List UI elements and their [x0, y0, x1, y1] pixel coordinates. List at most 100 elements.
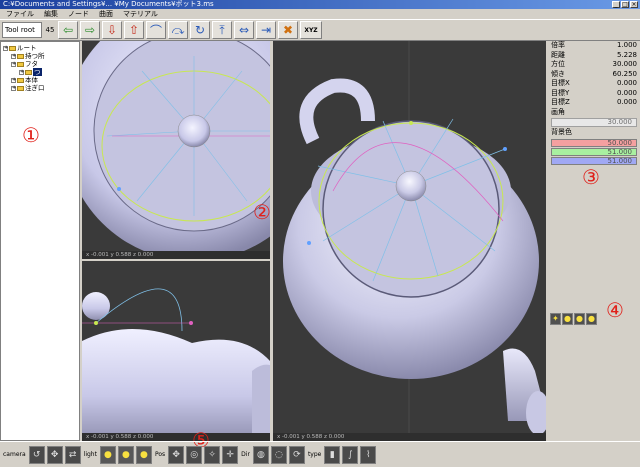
dir-globe-icon[interactable]: ◍	[252, 445, 269, 464]
light-icon[interactable]: ●	[562, 313, 573, 325]
menu-material[interactable]: マテリアル	[123, 9, 158, 19]
tree-item[interactable]: + つ	[3, 68, 77, 76]
annotation-marker-2: ②	[253, 200, 271, 224]
property-row[interactable]: 画角	[548, 108, 640, 118]
tool-root-value: 45	[45, 26, 55, 34]
property-label: 距離	[551, 50, 565, 59]
pos-target-icon[interactable]: ✛	[222, 445, 239, 464]
camera-properties-panel: 倍率 1.000 距離 5.228 方位 30.000 傾き 60.250 目標X 0.000 目標…	[548, 41, 640, 441]
viewport-status-bottom-left: x -0.001 y 0.588 z 0.000	[82, 433, 270, 441]
camera-zoom-icon[interactable]: ⇄	[64, 445, 81, 464]
annotation-marker-3: ③	[582, 165, 600, 189]
curve-icon[interactable]: ⌒	[146, 21, 166, 39]
pos-label: Pos	[154, 451, 166, 458]
maximize-button[interactable]: □	[621, 1, 629, 8]
arrow-up-icon[interactable]: ⇧	[124, 21, 144, 39]
viewport-bottom-left[interactable]: x -0.001 y 0.588 z 0.000	[82, 261, 270, 441]
scene-tree[interactable]: + ルート + 持つ所 + フタ + つ + 本体 + 注ぎ口	[0, 41, 80, 441]
menu-edit[interactable]: 編集	[44, 9, 58, 19]
menu-bar: ファイル 編集 ノード 曲面 マテリアル	[0, 9, 640, 19]
pos-move-icon[interactable]: ✥	[168, 445, 185, 464]
teapot-side-view	[82, 288, 270, 441]
arrow-right-icon[interactable]: ⇨	[80, 21, 100, 39]
tree-item-label: 本体	[25, 76, 38, 84]
annotation-marker-4: ④	[606, 298, 624, 322]
bg-color-field[interactable]: 50.000	[551, 138, 637, 147]
pos-reset-icon[interactable]: ✧	[204, 445, 221, 464]
menu-surface[interactable]: 曲面	[99, 9, 113, 19]
viewport-top-left[interactable]: x -0.001 y 0.588 z 0.000	[82, 41, 270, 259]
menu-file[interactable]: ファイル	[6, 9, 34, 19]
tree-item[interactable]: + フタ	[3, 60, 77, 68]
light-buttons: ✦ ● ● ●	[550, 313, 597, 325]
window-title: C:¥Documents and Settings¥... ¥My Docume…	[3, 0, 214, 8]
property-label: 目標Y	[551, 88, 570, 97]
curve-alt-icon[interactable]: ⤼	[168, 21, 188, 39]
property-row[interactable]: 傾き 60.250	[548, 70, 640, 80]
folder-icon	[17, 85, 24, 91]
expand-icon[interactable]: +	[11, 61, 16, 67]
viewport-main[interactable]: x -0.001 y 0.588 z 0.000	[273, 41, 546, 441]
menu-node[interactable]: ノード	[68, 9, 89, 19]
minimize-button[interactable]: _	[612, 1, 620, 8]
camera-label: camera	[3, 451, 26, 458]
expand-icon[interactable]: +	[11, 85, 16, 91]
move-lr-icon[interactable]: ⇔	[234, 21, 254, 39]
light-label: light	[83, 451, 97, 458]
move-up-icon[interactable]: ⤒	[212, 21, 232, 39]
property-row[interactable]: 目標Z 0.000	[548, 98, 640, 108]
pos-rotate-icon[interactable]: ◎	[186, 445, 203, 464]
tree-item[interactable]: + 持つ所	[3, 52, 77, 60]
arrow-left-icon[interactable]: ⇦	[58, 21, 78, 39]
move-right-icon[interactable]: ⇥	[256, 21, 276, 39]
dir-orbit-icon[interactable]: ◌	[270, 445, 287, 464]
teapot-perspective-view	[283, 41, 546, 441]
bg-color-field[interactable]: 51.000	[551, 156, 637, 165]
property-row[interactable]: 距離 5.228	[548, 51, 640, 61]
camera-rotate-icon[interactable]: ↺	[28, 445, 45, 464]
light-bulb-icon[interactable]: ●	[117, 445, 134, 464]
fov-field[interactable]: 30.000	[551, 118, 637, 127]
property-label: 画角	[551, 107, 565, 116]
viewport-status-top-left: x -0.001 y 0.588 z 0.000	[82, 251, 270, 259]
dir-spin-icon[interactable]: ⟳	[288, 445, 305, 464]
property-row[interactable]: 目標X 0.000	[548, 79, 640, 89]
property-row[interactable]: 方位 30.000	[548, 60, 640, 70]
property-value: 60.250	[612, 69, 638, 78]
close-button[interactable]: ×	[630, 1, 638, 8]
property-value: 30.000	[612, 60, 638, 68]
title-bar: C:¥Documents and Settings¥... ¥My Docume…	[0, 0, 640, 9]
light-bulb-icon[interactable]: ●	[135, 445, 152, 464]
rotate-icon[interactable]: ↻	[190, 21, 210, 39]
type-box-icon[interactable]: ▮	[324, 445, 341, 464]
delete-icon[interactable]: ✖	[278, 21, 298, 39]
tree-item[interactable]: + 注ぎ口	[3, 84, 77, 92]
light-icon[interactable]: ●	[586, 313, 597, 325]
toolbar: Tool root 45 ⇦ ⇨ ⇩ ⇧ ⌒ ⤼ ↻ ⤒ ⇔ ⇥ ✖ XYZ	[0, 19, 640, 41]
light-icon[interactable]: ✦	[550, 313, 561, 325]
type-spline-icon[interactable]: ⌇	[360, 445, 377, 464]
expand-icon[interactable]: +	[3, 45, 8, 51]
viewport-status-main: x -0.001 y 0.588 z 0.000	[273, 433, 546, 441]
expand-icon[interactable]: +	[11, 53, 16, 59]
tool-root-field[interactable]: Tool root	[2, 22, 42, 38]
property-row[interactable]: 倍率 1.000	[548, 41, 640, 51]
tree-item[interactable]: + ルート	[3, 44, 77, 52]
type-label: type	[307, 451, 322, 458]
property-label: 目標Z	[551, 98, 570, 106]
annotation-marker-1: ①	[22, 123, 40, 147]
property-row[interactable]: 目標Y 0.000	[548, 89, 640, 99]
light-icon[interactable]: ●	[574, 313, 585, 325]
type-curve-icon[interactable]: ∫	[342, 445, 359, 464]
tree-item-label: フタ	[25, 60, 38, 68]
xyz-button[interactable]: XYZ	[300, 21, 322, 39]
expand-icon[interactable]: +	[19, 69, 24, 75]
light-bulb-icon[interactable]: ●	[99, 445, 116, 464]
dir-label: Dir	[241, 451, 250, 458]
tree-item-label: ルート	[17, 44, 37, 52]
bg-color-field[interactable]: 51.000	[551, 147, 637, 156]
arrow-down-icon[interactable]: ⇩	[102, 21, 122, 39]
expand-icon[interactable]: +	[11, 77, 16, 83]
camera-pan-icon[interactable]: ✥	[46, 445, 63, 464]
tree-item[interactable]: + 本体	[3, 76, 77, 84]
